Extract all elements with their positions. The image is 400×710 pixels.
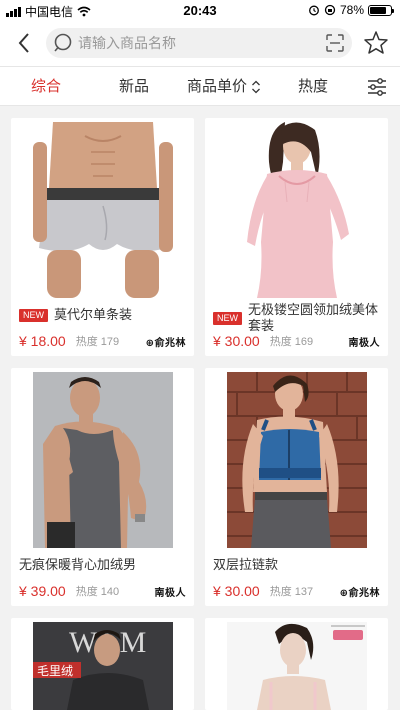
- product-card[interactable]: [205, 618, 388, 710]
- tab-unit-price[interactable]: 商品单价: [187, 77, 261, 97]
- product-title-row: NEW 莫代尔单条装: [19, 307, 188, 323]
- tab-label: 热度: [298, 78, 329, 95]
- new-badge: NEW: [19, 309, 48, 322]
- product-title-row: NEW 无极镂空圆领加绒美体套装: [213, 302, 382, 334]
- filter-bar: 综合 新品 商品单价 热度: [0, 66, 400, 106]
- rotation-lock-icon: [324, 4, 336, 16]
- status-right: 78%: [308, 3, 394, 17]
- product-heat: 热度 169: [269, 336, 314, 348]
- status-bar: 中国电信 20:43 78%: [0, 0, 400, 20]
- search-input[interactable]: [78, 33, 308, 53]
- product-photo: [33, 122, 173, 298]
- product-heat: 热度 140: [75, 586, 120, 598]
- brand-logo: ⊕俞兆林: [339, 587, 380, 599]
- new-badge: NEW: [213, 312, 242, 325]
- tab-comprehensive[interactable]: 综合: [31, 77, 61, 97]
- product-title: 无痕保暖背心加绒男: [19, 557, 137, 572]
- nav-bar: [0, 20, 400, 66]
- product-price-row: ¥ 30.00 热度 169 南极人: [213, 332, 380, 350]
- brand-logo: 南极人: [154, 587, 186, 599]
- alarm-icon: [309, 5, 319, 16]
- battery-icon: [368, 4, 394, 16]
- brand-logo: 南极人: [348, 337, 380, 349]
- product-photo: WAM 毛里绒: [33, 622, 173, 710]
- product-title: 双层拉链款: [213, 557, 279, 572]
- product-price: ¥ 18.00: [19, 333, 66, 349]
- product-price: ¥ 39.00: [19, 583, 66, 599]
- product-card[interactable]: 无痕保暖背心加绒男 ¥ 39.00 热度 140 南极人: [11, 368, 194, 606]
- tab-new[interactable]: 新品: [119, 77, 149, 97]
- sliders-icon[interactable]: [366, 76, 388, 98]
- product-price: ¥ 30.00: [213, 333, 260, 349]
- product-card[interactable]: 双层拉链款 ¥ 30.00 热度 137 ⊕俞兆林: [205, 368, 388, 606]
- image-text: 毛里绒: [37, 664, 73, 678]
- product-card[interactable]: WAM 毛里绒: [11, 618, 194, 710]
- search-box[interactable]: [46, 28, 352, 58]
- product-title-row: 无痕保暖背心加绒男: [19, 557, 188, 573]
- tab-label: 商品单价: [187, 78, 248, 95]
- product-heat: 热度 137: [269, 586, 314, 598]
- product-image: [11, 368, 194, 548]
- product-title: 无极镂空圆领加绒美体套装: [248, 302, 379, 333]
- brand-logo: ⊕俞兆林: [145, 337, 186, 349]
- product-photo: [33, 372, 173, 548]
- search-icon: [54, 33, 72, 52]
- star-icon: [364, 31, 388, 54]
- product-price: ¥ 30.00: [213, 583, 260, 599]
- chevron-left-icon: [18, 33, 29, 53]
- product-image: [11, 118, 194, 298]
- product-title-row: 双层拉链款: [213, 557, 382, 573]
- product-title: 莫代尔单条装: [54, 307, 133, 322]
- tab-label: 综合: [31, 78, 62, 95]
- sort-arrows-icon: [252, 80, 260, 94]
- product-image: [205, 118, 388, 298]
- back-button[interactable]: [10, 28, 38, 58]
- product-image: [205, 368, 388, 548]
- product-photo: [227, 622, 367, 710]
- battery-percent: 78%: [339, 3, 364, 17]
- favorite-button[interactable]: [362, 29, 390, 57]
- product-price-row: ¥ 18.00 热度 179 ⊕俞兆林: [19, 332, 186, 350]
- product-card[interactable]: NEW 莫代尔单条装 ¥ 18.00 热度 179 ⊕俞兆林: [11, 118, 194, 356]
- tab-label: 新品: [119, 78, 150, 95]
- product-price-row: ¥ 30.00 热度 137 ⊕俞兆林: [213, 582, 380, 600]
- product-photo: [227, 372, 367, 548]
- tab-popularity[interactable]: 热度: [298, 77, 328, 97]
- product-card[interactable]: NEW 无极镂空圆领加绒美体套装 ¥ 30.00 热度 169 南极人: [205, 118, 388, 356]
- product-price-row: ¥ 39.00 热度 140 南极人: [19, 582, 186, 600]
- scan-icon[interactable]: [326, 34, 344, 52]
- product-heat: 热度 179: [75, 336, 120, 348]
- product-photo: [227, 122, 367, 298]
